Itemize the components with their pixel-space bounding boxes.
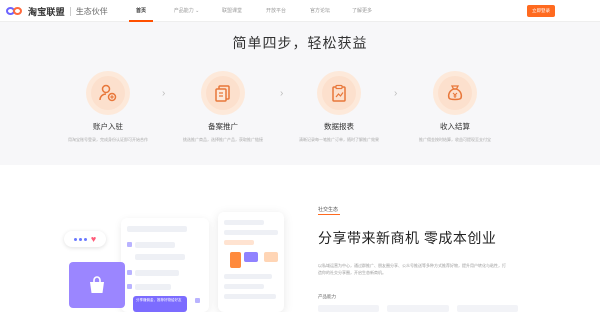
step-data-report: 数据报表 清晰记录每一笔推广订单，随时了解推广效果 xyxy=(289,71,389,143)
logo-text: 淘宝联盟 xyxy=(28,6,65,17)
logo[interactable]: 淘宝联盟 生态伙伴 xyxy=(6,5,108,17)
ability-tab[interactable] xyxy=(387,305,449,312)
shopping-bag-icon xyxy=(90,276,104,293)
step-desc: 推广佣金按时结算，收益可提现至支付宝 xyxy=(419,137,491,142)
step-title: 收入结算 xyxy=(440,122,470,131)
step-desc: 清晰记录每一笔推广订单，随时了解推广效果 xyxy=(299,137,379,142)
top-navbar: 淘宝联盟 生态伙伴 首页 产品能力 ⌄ 联盟课堂 开放平台 官方论坛 了解更多 … xyxy=(0,0,600,22)
menu-item-open-platform[interactable]: 开放平台 xyxy=(257,0,295,22)
typing-dots-icon xyxy=(73,237,87,241)
eco-title: 分享带来新商机 零成本创业 xyxy=(318,230,497,246)
heart-icon: ♥ xyxy=(90,233,97,244)
clipboard-report-icon xyxy=(317,71,361,115)
menu-item-alliance-class[interactable]: 联盟课堂 xyxy=(213,0,251,22)
chevron-right-icon: › xyxy=(394,88,398,99)
product-ability-label: 产品能力 xyxy=(318,294,336,299)
step-title: 账户入驻 xyxy=(93,122,123,131)
logo-mark-icon xyxy=(6,6,24,16)
eco-description: 以私域运营为中心，通过群推广、朋友圈分享、公众号推送等多种方式推荐好物，提升用户… xyxy=(318,263,506,275)
steps-section: 简单四步，轻松获益 账户入驻 用淘宝账号登录，完成身份认证即可开始合作 › 备案… xyxy=(0,22,600,165)
product-thumbnail xyxy=(244,252,258,262)
shopping-bag-card xyxy=(69,262,125,308)
step-title: 备案推广 xyxy=(208,122,238,131)
menu-item-learn-more[interactable]: 了解更多 xyxy=(343,0,381,22)
login-button[interactable]: 立即登录 xyxy=(527,5,555,17)
product-thumbnail xyxy=(264,252,278,262)
ability-tab[interactable] xyxy=(318,305,380,312)
steps-title: 简单四步，轻松获益 xyxy=(232,35,368,51)
ability-tab[interactable] xyxy=(456,305,518,312)
phone-mockup-product xyxy=(218,212,284,312)
eco-tag-underline xyxy=(318,214,340,215)
chevron-right-icon: › xyxy=(162,88,166,99)
document-copy-icon xyxy=(201,71,245,115)
user-register-icon xyxy=(86,71,130,115)
step-title: 数据报表 xyxy=(324,122,354,131)
step-income-settlement: 收入结算 推广佣金按时结算，收益可提现至支付宝 xyxy=(405,71,505,143)
share-tag: 分享赚佣金，推荐好物给好友 xyxy=(133,296,187,312)
logo-divider xyxy=(69,6,71,16)
step-filing-promotion: 备案推广 挑选推广商品，选择推广产品，获取推广链接 xyxy=(173,71,273,143)
menu-item-product-ability[interactable]: 产品能力 ⌄ xyxy=(164,0,209,22)
chat-bubble-illustration: ♥ xyxy=(64,231,106,247)
product-ability-strip xyxy=(318,305,518,312)
product-thumbnail xyxy=(230,252,241,268)
menu-item-home[interactable]: 首页 xyxy=(126,0,156,22)
step-desc: 挑选推广商品，选择推广产品，获取推广链接 xyxy=(183,137,263,142)
main-menu: 首页 产品能力 ⌄ 联盟课堂 开放平台 官方论坛 了解更多 xyxy=(126,0,381,22)
step-desc: 用淘宝账号登录，完成身份认证即可开始合作 xyxy=(68,137,148,142)
eco-section-tag: 社交生态 xyxy=(318,207,339,213)
money-bag-icon xyxy=(433,71,477,115)
logo-subtitle: 生态伙伴 xyxy=(75,6,108,16)
step-account-register: 账户入驻 用淘宝账号登录，完成身份认证即可开始合作 xyxy=(58,71,158,143)
menu-item-official-forum[interactable]: 官方论坛 xyxy=(301,0,339,22)
chevron-right-icon: › xyxy=(280,88,284,99)
